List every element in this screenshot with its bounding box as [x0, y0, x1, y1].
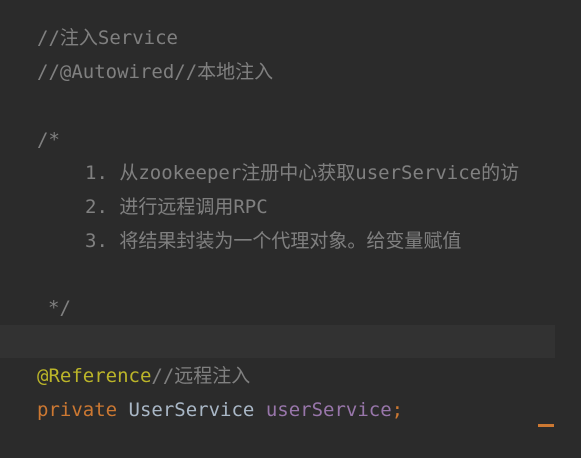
text-cursor-marker [538, 424, 554, 427]
field-name: userService [265, 399, 392, 421]
code-line-field-declaration[interactable]: private UserService userService; [37, 393, 403, 427]
private-keyword: private [37, 399, 118, 421]
field-type: UserService [128, 399, 255, 421]
code-line-comment-inject-service[interactable]: //注入Service [37, 21, 178, 55]
current-line-highlight [0, 325, 555, 358]
reference-comment: //远程注入 [151, 365, 251, 387]
code-line-comment-step-1[interactable]: 1. 从zookeeper注册中心获取userService的访 [85, 156, 519, 190]
code-editor[interactable]: //注入Service //@Autowired//本地注入 /* 1. 从zo… [0, 0, 581, 458]
code-line-comment-autowired[interactable]: //@Autowired//本地注入 [37, 55, 273, 89]
code-line-comment-step-3[interactable]: 3. 将结果封装为一个代理对象。给变量赋值 [85, 224, 461, 258]
code-line-comment-step-2[interactable]: 2. 进行远程调用RPC [85, 190, 268, 224]
code-line-block-comment-end[interactable]: */ [48, 291, 71, 325]
reference-annotation: @Reference [37, 365, 152, 387]
code-line-reference[interactable]: @Reference//远程注入 [37, 359, 250, 393]
code-line-block-comment-start[interactable]: /* [37, 123, 60, 157]
semicolon: ; [391, 399, 404, 421]
